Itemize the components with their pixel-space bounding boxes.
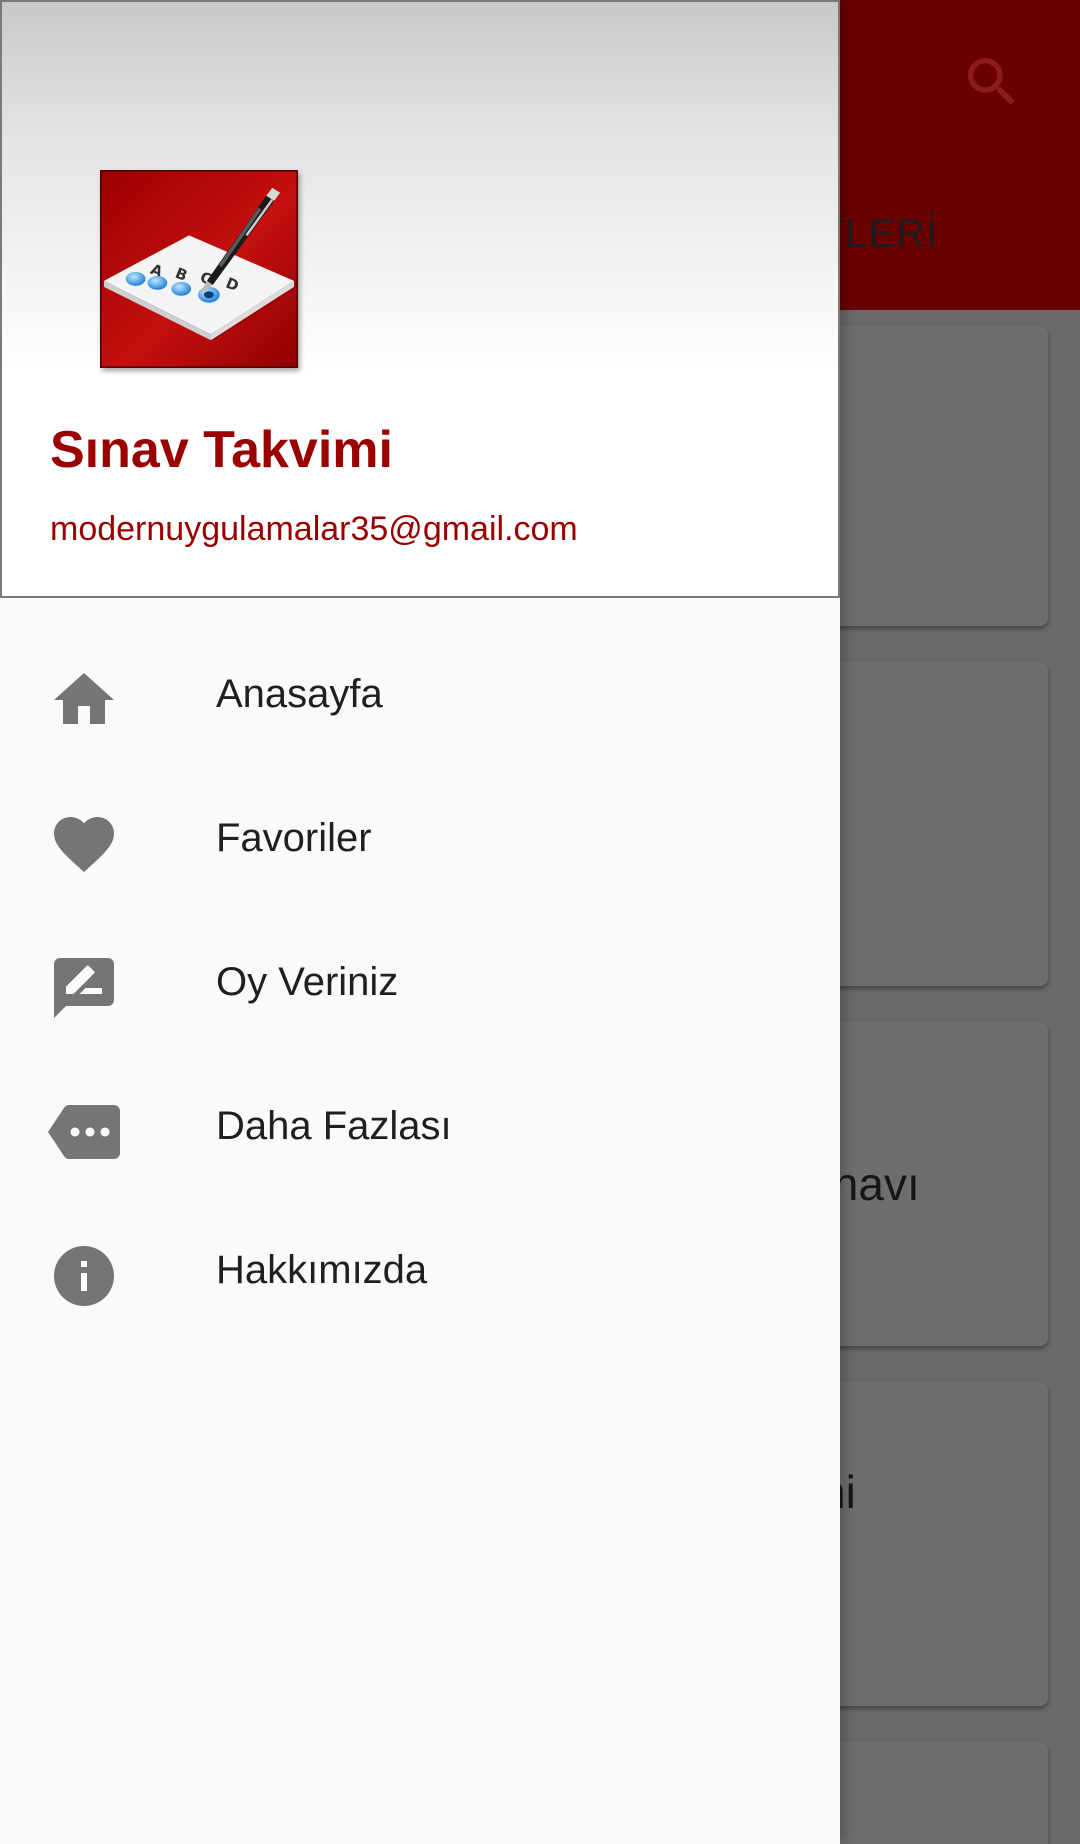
screen: ŞİTLERİ ınavı ni r	[0, 0, 1080, 1844]
menu-item-daha-fazlasi[interactable]: Daha Fazlası	[0, 1056, 840, 1200]
menu-item-anasayfa[interactable]: Anasayfa	[0, 624, 840, 768]
menu-item-label: Anasayfa	[216, 672, 383, 716]
app-title: Sınav Takvimi	[50, 421, 393, 479]
menu-item-hakkimizda[interactable]: Hakkımızda	[0, 1200, 840, 1344]
rate-review-icon	[54, 958, 114, 1018]
account-email: modernuygulamalar35@gmail.com	[50, 510, 578, 548]
navigation-drawer: A B C D Sınav Takvimi modernuygulamalar3…	[0, 0, 840, 1844]
menu-item-label: Oy Veriniz	[216, 960, 399, 1004]
exam-answer-sheet-icon: A B C D	[100, 170, 298, 368]
menu-item-label: Hakkımızda	[216, 1248, 428, 1292]
menu-item-oy-veriniz[interactable]: Oy Veriniz	[0, 912, 840, 1056]
menu-item-favoriler[interactable]: Favoriler	[0, 768, 840, 912]
home-icon	[54, 673, 114, 724]
menu-item-label: Favoriler	[216, 816, 372, 860]
drawer-menu: Anasayfa Favoriler Oy Veriniz Daha Fazla…	[0, 624, 840, 1344]
heart-icon	[54, 817, 114, 873]
info-icon	[54, 1246, 114, 1306]
more-icon	[48, 1105, 120, 1159]
menu-item-label: Daha Fazlası	[216, 1104, 452, 1148]
search-icon[interactable]	[960, 50, 1024, 114]
drawer-header: A B C D Sınav Takvimi modernuygulamalar3…	[0, 0, 840, 598]
